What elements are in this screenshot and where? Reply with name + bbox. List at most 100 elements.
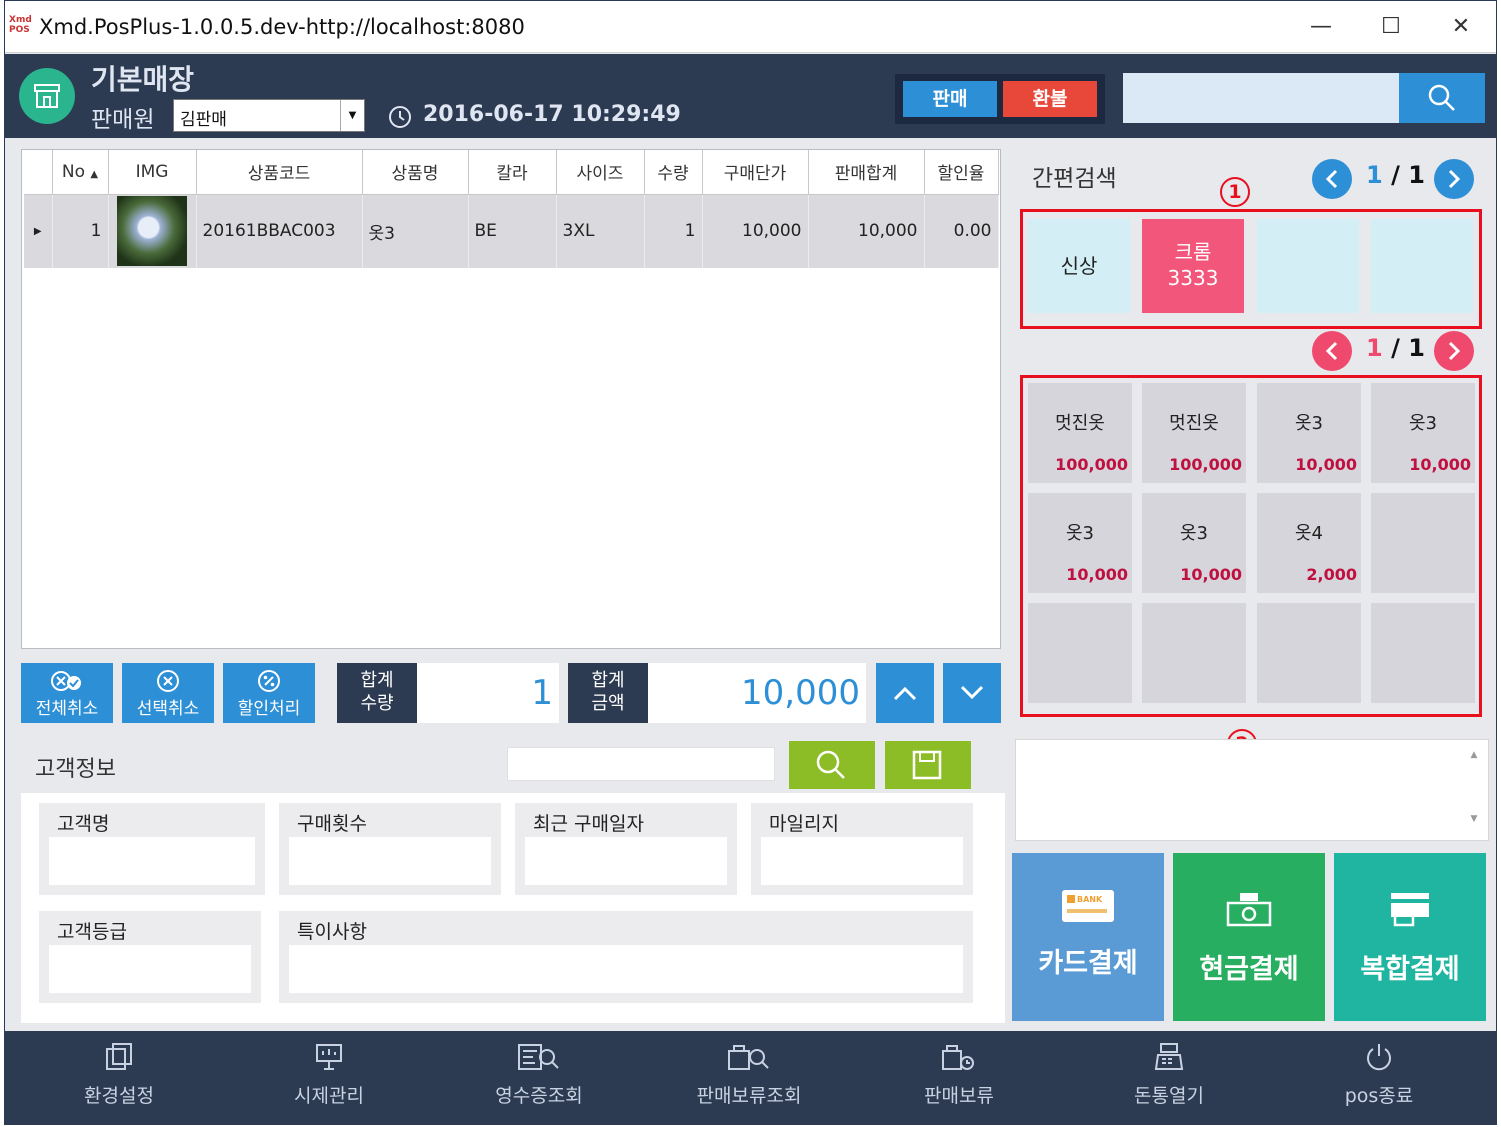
minimize-icon[interactable]: — — [1301, 11, 1341, 43]
search-icon — [816, 750, 845, 779]
hold-sale-button[interactable]: 판매보류 — [869, 1031, 1049, 1125]
cash-management-button[interactable]: 시제관리 — [239, 1031, 419, 1125]
scroll-down-button[interactable] — [943, 663, 1001, 723]
chevron-right-icon — [1448, 341, 1461, 361]
product-search-input[interactable] — [1123, 73, 1399, 123]
category-next-button[interactable] — [1434, 159, 1474, 199]
product-name: 멋진옷 — [1169, 413, 1219, 434]
product-tile-empty[interactable] — [1028, 603, 1132, 703]
scroll-up-button[interactable] — [876, 663, 934, 723]
product-tile-empty[interactable] — [1371, 603, 1475, 703]
hold-search-icon — [728, 1045, 769, 1070]
product-tile[interactable]: 옷3 10,000 — [1371, 383, 1475, 483]
seller-label: 판매원 — [91, 107, 155, 133]
total-qty-value: 1 — [417, 663, 559, 723]
search-icon — [1428, 84, 1455, 111]
mileage-input[interactable] — [761, 837, 963, 885]
customer-search-input[interactable] — [507, 747, 775, 781]
notes-field: 특이사항 — [279, 911, 973, 1003]
customer-save-button[interactable] — [885, 741, 971, 789]
open-drawer-button[interactable]: 돈통열기 — [1079, 1031, 1259, 1125]
memo-textarea[interactable]: ▲ ▼ — [1015, 739, 1489, 841]
product-tile-empty[interactable] — [1371, 493, 1475, 593]
quick-search-title: 간편검색 — [1032, 166, 1117, 192]
col-total[interactable]: 판매합계 — [808, 150, 925, 195]
cell-no: 1 — [52, 194, 109, 268]
category-button-empty[interactable] — [1371, 219, 1473, 313]
category-button-active[interactable]: 크롬 3333 — [1142, 219, 1244, 313]
col-color[interactable]: 칼라 — [468, 150, 557, 195]
cancel-icon — [157, 670, 179, 692]
total-amount-value: 10,000 — [648, 663, 866, 723]
cash-payment-button[interactable]: 현금결제 — [1173, 853, 1325, 1021]
col-name[interactable]: 상품명 — [362, 150, 469, 195]
product-pager: 1 / 1 — [1366, 334, 1425, 362]
store-icon — [19, 68, 75, 124]
recent-purchase-date-input[interactable] — [525, 837, 727, 885]
table-row[interactable]: ▶ 1 20161BBAC003 옷3 BE 3XL 1 10,000 10,0… — [24, 194, 999, 268]
col-discount[interactable]: 할인율 — [924, 150, 999, 195]
product-name: 멋진옷 — [1055, 413, 1105, 434]
window-title: Xmd.PosPlus-1.0.0.5.dev-http://localhost… — [39, 15, 525, 39]
product-tile[interactable]: 옷3 10,000 — [1257, 383, 1361, 483]
col-img[interactable]: IMG — [108, 150, 197, 195]
mixed-payment-icon — [1391, 893, 1429, 927]
product-tile-empty[interactable] — [1142, 603, 1246, 703]
discount-button[interactable]: 할인처리 — [223, 663, 315, 723]
category-button-empty[interactable] — [1257, 219, 1359, 313]
product-next-button[interactable] — [1434, 331, 1474, 371]
pos-exit-button[interactable]: pos종료 — [1289, 1031, 1469, 1125]
mixed-payment-button[interactable]: 복합결제 — [1334, 853, 1486, 1021]
product-thumbnail — [117, 196, 187, 267]
cancel-selected-button[interactable]: 선택취소 — [122, 663, 214, 723]
discount-icon — [258, 670, 280, 692]
seller-value: 김판매 — [180, 110, 227, 130]
cell-color: BE — [468, 194, 557, 268]
card-payment-button[interactable]: BANK 카드결제 — [1012, 853, 1164, 1021]
product-tile[interactable]: 멋진옷 100,000 — [1028, 383, 1132, 483]
power-icon — [1367, 1044, 1391, 1071]
chevron-left-icon — [1325, 341, 1338, 361]
mileage-field: 마일리지 — [751, 803, 973, 895]
seller-select[interactable]: 김판매 ▼ — [173, 99, 365, 132]
product-tile[interactable]: 옷3 10,000 — [1028, 493, 1132, 593]
col-unit-price[interactable]: 구매단가 — [702, 150, 809, 195]
purchase-count-input[interactable] — [289, 837, 491, 885]
receipt-search-button[interactable]: 영수증조회 — [449, 1031, 629, 1125]
product-name: 옷3 — [1294, 413, 1323, 434]
customer-name-input[interactable] — [49, 837, 255, 885]
close-icon[interactable]: ✕ — [1441, 11, 1481, 43]
settings-button[interactable]: 환경설정 — [29, 1031, 209, 1125]
category-button[interactable]: 신상 — [1028, 219, 1130, 313]
product-price: 10,000 — [1295, 455, 1357, 474]
notes-input[interactable] — [289, 945, 963, 993]
col-no[interactable]: No ▲ — [52, 150, 109, 195]
col-size[interactable]: 사이즈 — [556, 150, 645, 195]
product-tile-empty[interactable] — [1257, 603, 1361, 703]
customer-grade-input[interactable] — [49, 945, 251, 993]
category-prev-button[interactable] — [1312, 159, 1352, 199]
product-price: 100,000 — [1169, 455, 1242, 474]
memo-scrollbar[interactable]: ▲ ▼ — [1464, 750, 1484, 834]
cell-unit-price: 10,000 — [702, 194, 809, 268]
hold-sale-icon — [942, 1045, 974, 1070]
hold-search-button[interactable]: 판매보류조회 — [659, 1031, 839, 1125]
col-code[interactable]: 상품코드 — [196, 150, 363, 195]
product-tile[interactable]: 옷3 10,000 — [1142, 493, 1246, 593]
sales-grid: No ▲ IMG 상품코드 상품명 칼라 사이즈 수량 구매단가 판매합계 할인… — [21, 149, 1001, 649]
product-search-button[interactable] — [1399, 73, 1485, 123]
product-tile[interactable]: 옷4 2,000 — [1257, 493, 1361, 593]
refund-mode-button[interactable]: 환불 — [1003, 81, 1097, 117]
cancel-all-button[interactable]: 전체취소 — [21, 663, 113, 723]
product-tile[interactable]: 멋진옷 100,000 — [1142, 383, 1246, 483]
save-icon — [912, 750, 942, 780]
col-qty[interactable]: 수량 — [644, 150, 703, 195]
maximize-icon[interactable]: ☐ — [1371, 11, 1411, 43]
sale-mode-button[interactable]: 판매 — [903, 81, 997, 117]
customer-panel: 고객정보 고객명 구매횟수 최근 구매일자 마일리지 고객등급 특이사항 — [21, 737, 1005, 1023]
row-indicator-header — [24, 150, 53, 195]
product-price: 10,000 — [1180, 565, 1242, 584]
total-amount-label: 합계 금액 — [568, 663, 648, 723]
customer-search-button[interactable] — [789, 741, 875, 789]
product-prev-button[interactable] — [1312, 331, 1352, 371]
